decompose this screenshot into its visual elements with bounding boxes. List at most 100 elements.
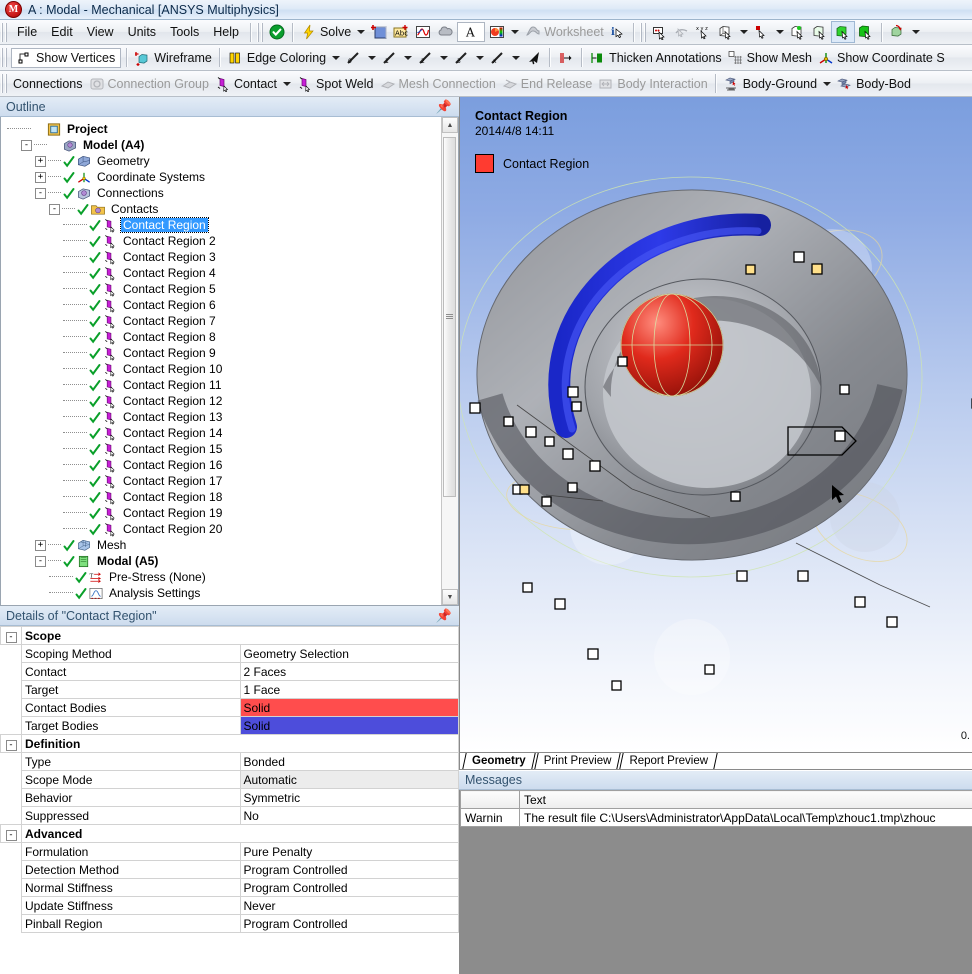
tree-node-label[interactable]: Contact Region 10	[121, 362, 224, 376]
edge-thickness-2-caret[interactable]	[440, 56, 448, 60]
xyz-selection-icon-button[interactable]: x y z	[693, 22, 715, 42]
tree-node-connections[interactable]: -Connections	[7, 185, 441, 201]
tree-node-label[interactable]: Project	[65, 122, 110, 136]
tree-node-geometry[interactable]: + Geometry	[7, 153, 441, 169]
face-select-icon-button[interactable]	[787, 22, 809, 42]
tree-node-label[interactable]: Contact Region 9	[121, 346, 218, 360]
tree-node-label[interactable]: Contact Region 6	[121, 298, 218, 312]
scrollbar-thumb[interactable]	[443, 137, 456, 497]
chart-curve-icon-button[interactable]	[412, 22, 434, 42]
tree-node-contact-region-13[interactable]: Contact Region 13	[7, 409, 441, 425]
details-row-value[interactable]: Bonded	[240, 753, 459, 771]
tree-node-label[interactable]: Contact Region 11	[121, 378, 224, 392]
minus-icon[interactable]: -	[6, 740, 17, 751]
tree-node-label[interactable]: Contacts	[109, 202, 160, 216]
tree-node-contact-region-10[interactable]: Contact Region 10	[7, 361, 441, 377]
tree-expander[interactable]: +	[35, 172, 46, 183]
abc-annotation-icon-button[interactable]: Abc	[390, 22, 412, 42]
tree-node-contact-region-15[interactable]: Contact Region 15	[7, 441, 441, 457]
tree-node-contacts[interactable]: - Contacts	[7, 201, 441, 217]
tree-expander[interactable]: -	[35, 556, 46, 567]
toolbar-gripper[interactable]	[1, 74, 8, 93]
details-row-value[interactable]: No	[240, 807, 459, 825]
vertex-select-dropdown-caret[interactable]	[740, 30, 748, 34]
single-select-icon-button[interactable]	[831, 21, 855, 43]
toolbar-gripper[interactable]	[257, 23, 264, 42]
tree-node-mesh[interactable]: + Mesh	[7, 537, 441, 553]
tree-node-contact-region-16[interactable]: Contact Region 16	[7, 457, 441, 473]
minus-icon[interactable]: -	[6, 632, 17, 643]
messages-column-header[interactable]	[461, 791, 520, 809]
tree-node-label[interactable]: Contact Region 5	[121, 282, 218, 296]
details-row-value[interactable]: Program Controlled	[240, 915, 459, 933]
section-collapse-toggle[interactable]: -	[1, 627, 22, 645]
tree-node-contact-region-7[interactable]: Contact Region 7	[7, 313, 441, 329]
tree-expander[interactable]: +	[35, 156, 46, 167]
rotate-view-dropdown-caret[interactable]	[912, 30, 920, 34]
tree-node-contact-region-14[interactable]: Contact Region 14	[7, 425, 441, 441]
tree-node-label[interactable]: Connections	[95, 186, 166, 200]
scroll-up-icon[interactable]: ▲	[442, 117, 458, 133]
details-row-value[interactable]: 1 Face	[240, 681, 459, 699]
tree-node-label[interactable]: Contact Region 8	[121, 330, 218, 344]
tree-node-contact-region[interactable]: Contact Region	[7, 217, 441, 233]
spot-weld-button[interactable]: Spot Weld	[294, 74, 376, 94]
model-3d-render[interactable]	[460, 97, 972, 752]
letter-a-icon-button[interactable]: A	[457, 22, 485, 42]
details-row-value[interactable]: Symmetric	[240, 789, 459, 807]
menu-units[interactable]: Units	[121, 22, 163, 42]
annotation-width-icon-button[interactable]	[555, 48, 577, 68]
tree-node-label[interactable]: Coordinate Systems	[95, 170, 207, 184]
minus-icon[interactable]: -	[6, 830, 17, 841]
tree-node-project[interactable]: Project	[7, 121, 441, 137]
tree-node-contact-region-9[interactable]: Contact Region 9	[7, 345, 441, 361]
body-body-button[interactable]: Body-Bod	[834, 74, 914, 94]
tree-node-label[interactable]: Contact Region 3	[121, 250, 218, 264]
tab-report-preview[interactable]: Report Preview	[621, 753, 718, 769]
solve-dropdown-caret[interactable]	[357, 30, 365, 34]
edge-thickness-2-button[interactable]: 2	[415, 48, 437, 68]
tree-node-contact-region-19[interactable]: Contact Region 19	[7, 505, 441, 521]
tree-node-label[interactable]: Contact Region 2	[121, 234, 218, 248]
tree-node-label[interactable]: Contact Region 13	[121, 410, 224, 424]
details-row-value[interactable]: Never	[240, 897, 459, 915]
tree-node-label[interactable]: Contact Region	[121, 218, 208, 232]
edge-thickness-x-button[interactable]: x	[487, 48, 509, 68]
tree-node-label[interactable]: Analysis Settings	[107, 586, 202, 600]
show-mesh-button[interactable]: Show Mesh	[725, 48, 815, 68]
tree-node-label[interactable]: Pre-Stress (None)	[107, 570, 208, 584]
tree-expander[interactable]: -	[49, 204, 60, 215]
menu-view[interactable]: View	[80, 22, 121, 42]
tree-node-label[interactable]: Geometry	[95, 154, 152, 168]
tree-node-label[interactable]: Contact Region 4	[121, 266, 218, 280]
tree-node-label[interactable]: Mesh	[95, 538, 128, 552]
edge-thickness-0-button[interactable]: 0	[343, 48, 365, 68]
show-vertices-button[interactable]: Show Vertices	[11, 48, 121, 68]
tree-node-analysis-settings[interactable]: Analysis Settings	[7, 585, 441, 601]
tree-node-contact-region-2[interactable]: Contact Region 2	[7, 233, 441, 249]
body-ground-dropdown-caret[interactable]	[823, 82, 831, 86]
tree-node-coordinate-systems[interactable]: + Coordinate Systems	[7, 169, 441, 185]
contact-dropdown-caret[interactable]	[283, 82, 291, 86]
graphics-viewport[interactable]: Contact Region 2014/4/8 14:11 Contact Re…	[459, 97, 972, 752]
tree-node-contact-region-3[interactable]: Contact Region 3	[7, 249, 441, 265]
contact-button[interactable]: Contact	[212, 74, 280, 94]
section-collapse-toggle[interactable]: -	[1, 825, 22, 843]
tree-node-label[interactable]: Contact Region 20	[121, 522, 224, 536]
tree-node-contact-region-17[interactable]: Contact Region 17	[7, 473, 441, 489]
color-legend-icon-button[interactable]	[486, 22, 508, 42]
tree-expander[interactable]: +	[35, 540, 46, 551]
tree-node-contact-region-18[interactable]: Contact Region 18	[7, 489, 441, 505]
pin-icon[interactable]: 📌	[433, 608, 455, 624]
arrow-icon-button[interactable]	[523, 48, 545, 68]
tree-node-label[interactable]: Contact Region 15	[121, 442, 224, 456]
tree-node-label[interactable]: Contact Region 18	[121, 490, 224, 504]
tree-node-label[interactable]: Contact Region 12	[121, 394, 224, 408]
scroll-down-icon[interactable]: ▼	[442, 589, 458, 605]
toolbar-gripper[interactable]	[1, 48, 8, 67]
tree-node-contact-region-12[interactable]: Contact Region 12	[7, 393, 441, 409]
tree-node-contact-region-4[interactable]: Contact Region 4	[7, 265, 441, 281]
edge-thickness-3-button[interactable]: 3	[451, 48, 473, 68]
scrollbar-track[interactable]	[442, 133, 458, 589]
toolbar-gripper[interactable]	[640, 23, 647, 42]
